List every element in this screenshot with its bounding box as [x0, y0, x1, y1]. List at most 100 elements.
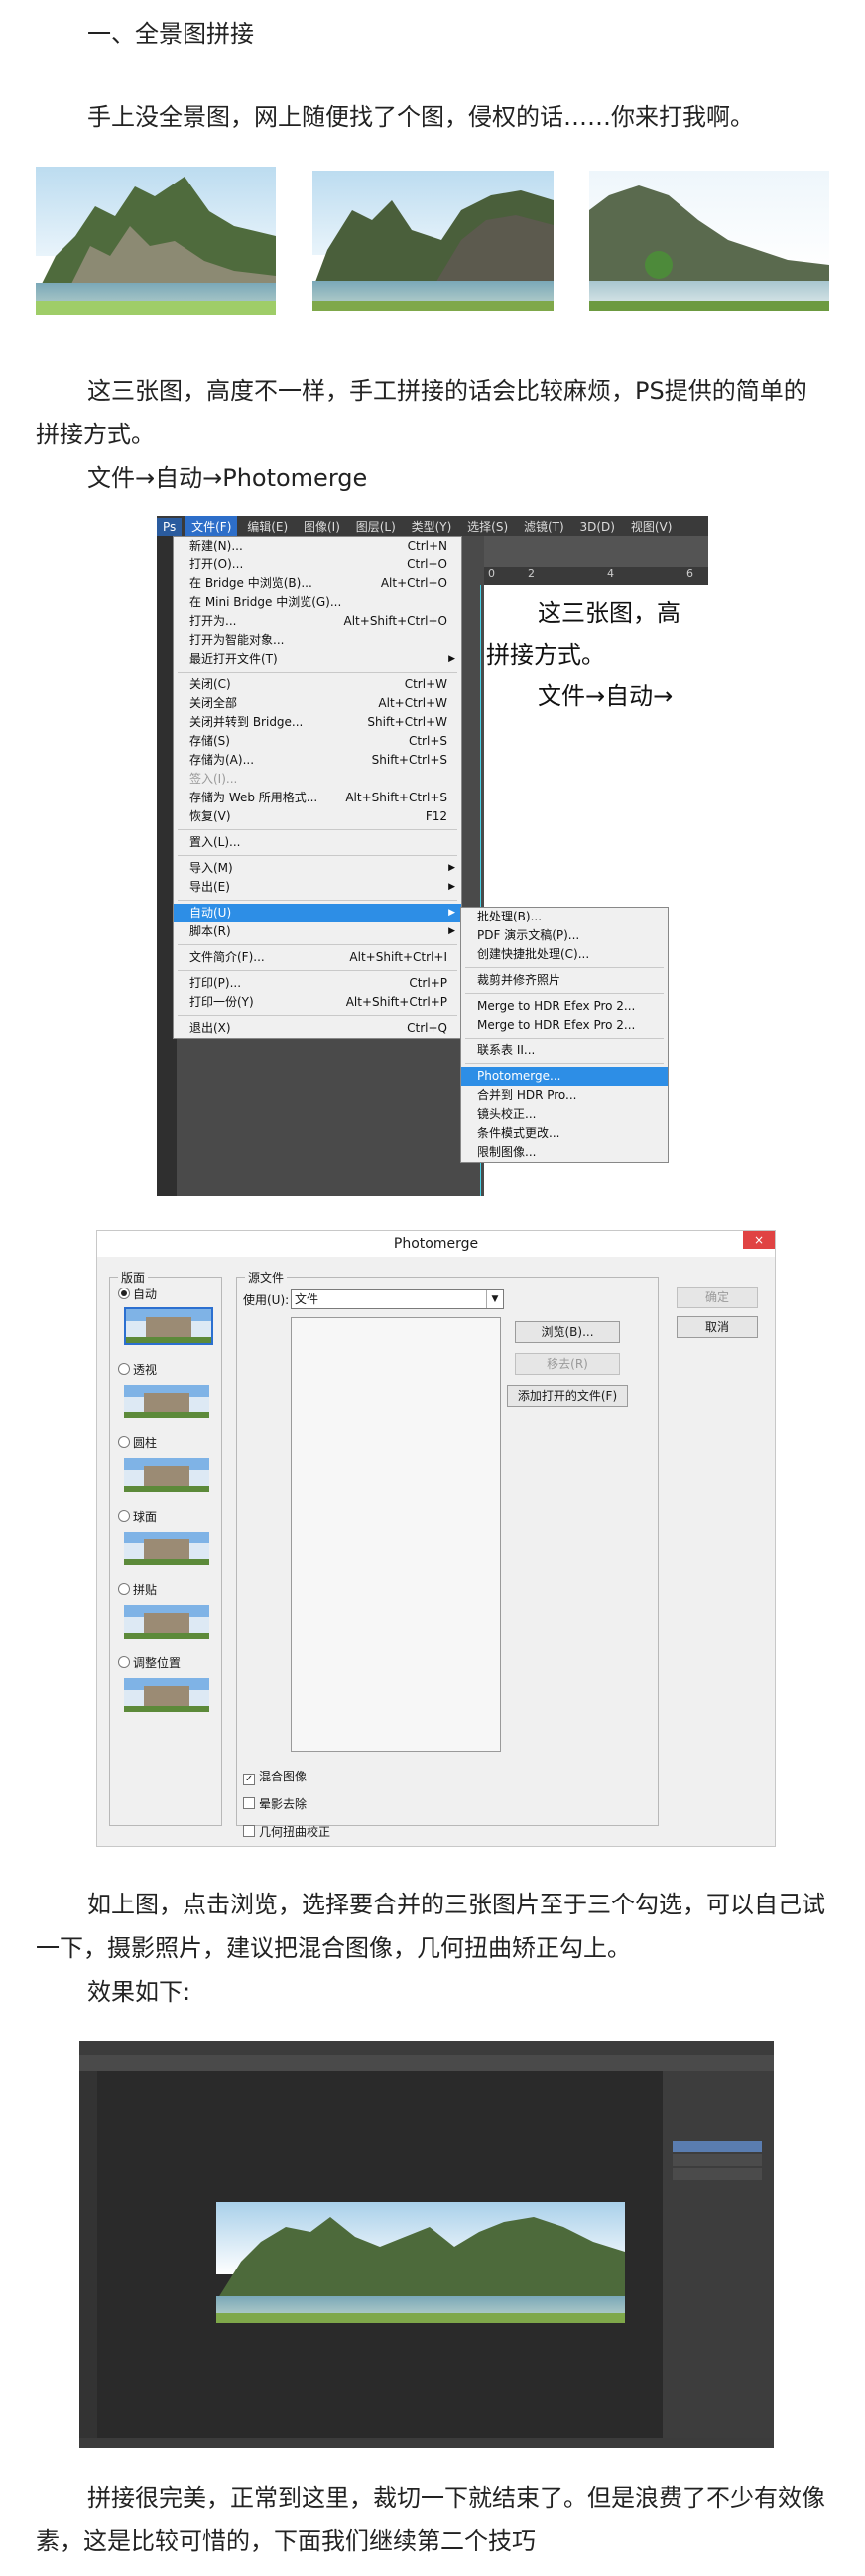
ruler: 0 2 4 6: [484, 567, 708, 585]
layout-perspective-thumbnail: [124, 1385, 209, 1418]
auto-menu-item[interactable]: 条件模式更改...: [461, 1124, 668, 1143]
menu-item-label: 恢复(V): [189, 809, 231, 823]
layout-auto-radio[interactable]: 自动: [118, 1286, 157, 1302]
file-menu-item[interactable]: 在 Bridge 中浏览(B)... Alt+Ctrl+O: [174, 574, 461, 593]
file-menu-item[interactable]: 恢复(V) F12: [174, 807, 461, 826]
auto-menu-item[interactable]: 限制图像...: [461, 1143, 668, 1162]
remove-button[interactable]: 移去(R): [515, 1353, 620, 1375]
paragraph-dialog-explain: 如上图，点击浏览，选择要合并的三张图片至于三个勾选，可以自己试一下，摄影照片，建…: [36, 1891, 825, 1962]
blend-images-checkbox[interactable]: ✓ 混合图像: [243, 1768, 307, 1785]
file-menu-item[interactable]: 打开(O)... Ctrl+O: [174, 555, 461, 574]
paragraph-stitch-explain: 这三张图，高度不一样，手工拼接的话会比较麻烦，PS提供的简单的拼接方式。: [36, 377, 807, 448]
file-menu-item[interactable]: 签入(I)...: [174, 770, 461, 789]
auto-menu-item[interactable]: Merge to HDR Efex Pro 2...: [461, 1016, 668, 1035]
file-menu-item[interactable]: 存储为(A)... Shift+Ctrl+S: [174, 751, 461, 770]
auto-menu-item[interactable]: 批处理(B)...: [461, 908, 668, 926]
menu-item-label: 退出(X): [189, 1021, 231, 1035]
layout-cylindrical-radio[interactable]: 圆柱: [118, 1434, 157, 1451]
menu-filter[interactable]: 滤镜(T): [518, 516, 570, 537]
layout-group: 版面 自动 透视 圆柱 球面 拼贴 调整位置: [109, 1269, 222, 1826]
file-menu-item[interactable]: 脚本(R) ▶: [174, 922, 461, 941]
auto-menu-item[interactable]: 镜头校正...: [461, 1105, 668, 1124]
auto-menu-item[interactable]: 裁剪并修齐照片: [461, 971, 668, 990]
menu-item-shortcut: Shift+Ctrl+S: [371, 753, 447, 767]
file-menu-item[interactable]: 自动(U) ▶: [174, 904, 461, 922]
add-open-files-button[interactable]: 添加打开的文件(F): [507, 1385, 628, 1407]
menu-item-shortcut: Ctrl+Q: [407, 1021, 447, 1035]
file-list[interactable]: [291, 1317, 501, 1752]
file-menu-item[interactable]: 打印一份(Y) Alt+Shift+Ctrl+P: [174, 993, 461, 1012]
file-menu-item[interactable]: 存储(S) Ctrl+S: [174, 732, 461, 751]
ps-menu-screenshot: Ps 文件(F) 编辑(E) 图像(I) 图层(L) 类型(Y) 选择(S) 滤…: [157, 516, 708, 1196]
file-menu-item[interactable]: 关闭(C) Ctrl+W: [174, 675, 461, 694]
menu-type[interactable]: 类型(Y): [406, 516, 458, 537]
menu-3d[interactable]: 3D(D): [574, 518, 621, 536]
menu-view[interactable]: 视图(V): [625, 516, 679, 537]
vignette-removal-checkbox[interactable]: 晕影去除: [243, 1795, 307, 1812]
file-menu-item[interactable]: 新建(N)... Ctrl+N: [174, 537, 461, 555]
layout-spherical-radio[interactable]: 球面: [118, 1508, 157, 1525]
browse-button[interactable]: 浏览(B)...: [515, 1321, 620, 1343]
file-menu-item[interactable]: 关闭并转到 Bridge... Shift+Ctrl+W: [174, 713, 461, 732]
auto-menu-item[interactable]: 创建快捷批处理(C)...: [461, 945, 668, 964]
file-menu: 新建(N)... Ctrl+N 打开(O)... Ctrl+O 在 Bridge 中浏览…: [173, 536, 462, 1039]
file-menu-item[interactable]: 导入(M) ▶: [174, 859, 461, 878]
menu-select[interactable]: 选择(S): [461, 516, 514, 537]
ok-button[interactable]: 确定: [677, 1287, 758, 1308]
menu-item-label: 导入(M): [189, 861, 233, 875]
menu-file[interactable]: 文件(F): [185, 516, 238, 537]
menu-item-label: 限制图像...: [477, 1145, 537, 1159]
result-menubar: [79, 2041, 774, 2055]
result-optionsbar: [79, 2055, 774, 2071]
layout-reposition-radio[interactable]: 调整位置: [118, 1655, 181, 1671]
cancel-button[interactable]: 取消: [677, 1316, 758, 1338]
menu-separator: [178, 970, 457, 971]
menu-item-label: 镜头校正...: [477, 1107, 537, 1121]
menu-separator: [178, 829, 457, 830]
file-menu-item[interactable]: 打开为智能对象...: [174, 631, 461, 650]
menu-item-label: 脚本(R): [189, 924, 231, 938]
auto-menu-item[interactable]: Photomerge...: [461, 1067, 668, 1086]
file-menu-item[interactable]: 导出(E) ▶: [174, 878, 461, 897]
file-menu-item[interactable]: 打印(P)... Ctrl+P: [174, 974, 461, 993]
use-select[interactable]: 文件 ▼: [291, 1289, 504, 1309]
menu-edit[interactable]: 编辑(E): [241, 516, 294, 537]
auto-menu-item[interactable]: 联系表 II...: [461, 1042, 668, 1060]
menu-item-label: 打开(O)...: [189, 557, 244, 571]
auto-menu-item[interactable]: PDF 演示文稿(P)...: [461, 926, 668, 945]
file-menu-item[interactable]: 存储为 Web 所用格式... Alt+Shift+Ctrl+S: [174, 789, 461, 807]
menu-item-label: 关闭(C): [189, 677, 231, 691]
geometric-distortion-checkbox[interactable]: 几何扭曲校正: [243, 1823, 330, 1840]
menu-separator: [178, 900, 457, 901]
file-menu-item[interactable]: 打开为... Alt+Shift+Ctrl+O: [174, 612, 461, 631]
menu-item-shortcut: Shift+Ctrl+W: [367, 715, 447, 729]
file-menu-item[interactable]: 置入(L)...: [174, 833, 461, 852]
close-button[interactable]: ×: [743, 1231, 775, 1249]
menu-layer[interactable]: 图层(L): [350, 516, 402, 537]
menu-separator: [178, 1015, 457, 1016]
menu-item-shortcut: Alt+Shift+Ctrl+I: [349, 950, 447, 964]
menu-separator: [178, 672, 457, 673]
auto-menu-item[interactable]: Merge to HDR Efex Pro 2...: [461, 997, 668, 1016]
menu-item-shortcut: Alt+Shift+Ctrl+P: [345, 995, 447, 1009]
menu-item-label: PDF 演示文稿(P)...: [477, 928, 580, 942]
menu-item-label: 新建(N)...: [189, 539, 243, 552]
section-heading: 一、全景图拼接: [87, 20, 254, 48]
file-menu-item[interactable]: 退出(X) Ctrl+Q: [174, 1019, 461, 1038]
menu-image[interactable]: 图像(I): [298, 516, 346, 537]
source-photo-1: [36, 167, 276, 315]
file-menu-item[interactable]: 最近打开文件(T) ▶: [174, 650, 461, 669]
file-menu-item[interactable]: 关闭全部 Alt+Ctrl+W: [174, 694, 461, 713]
use-label: 使用(U):: [243, 1293, 290, 1307]
layout-perspective-radio[interactable]: 透视: [118, 1361, 157, 1378]
layout-collage-radio[interactable]: 拼贴: [118, 1581, 157, 1598]
submenu-arrow-icon: ▶: [448, 863, 455, 873]
file-menu-item[interactable]: 在 Mini Bridge 中浏览(G)...: [174, 593, 461, 612]
source-photo-2: [312, 171, 554, 311]
auto-menu-item[interactable]: 合并到 HDR Pro...: [461, 1086, 668, 1105]
photomerge-dialog: Photomerge × 版面 自动 透视 圆柱 球面 拼贴 调整位置 源文件 …: [96, 1230, 776, 1847]
submenu-arrow-icon: ▶: [448, 926, 455, 936]
result-statusbar: [79, 2438, 774, 2448]
menu-path: 文件→自动→Photomerge: [87, 464, 368, 492]
file-menu-item[interactable]: 文件简介(F)... Alt+Shift+Ctrl+I: [174, 948, 461, 967]
